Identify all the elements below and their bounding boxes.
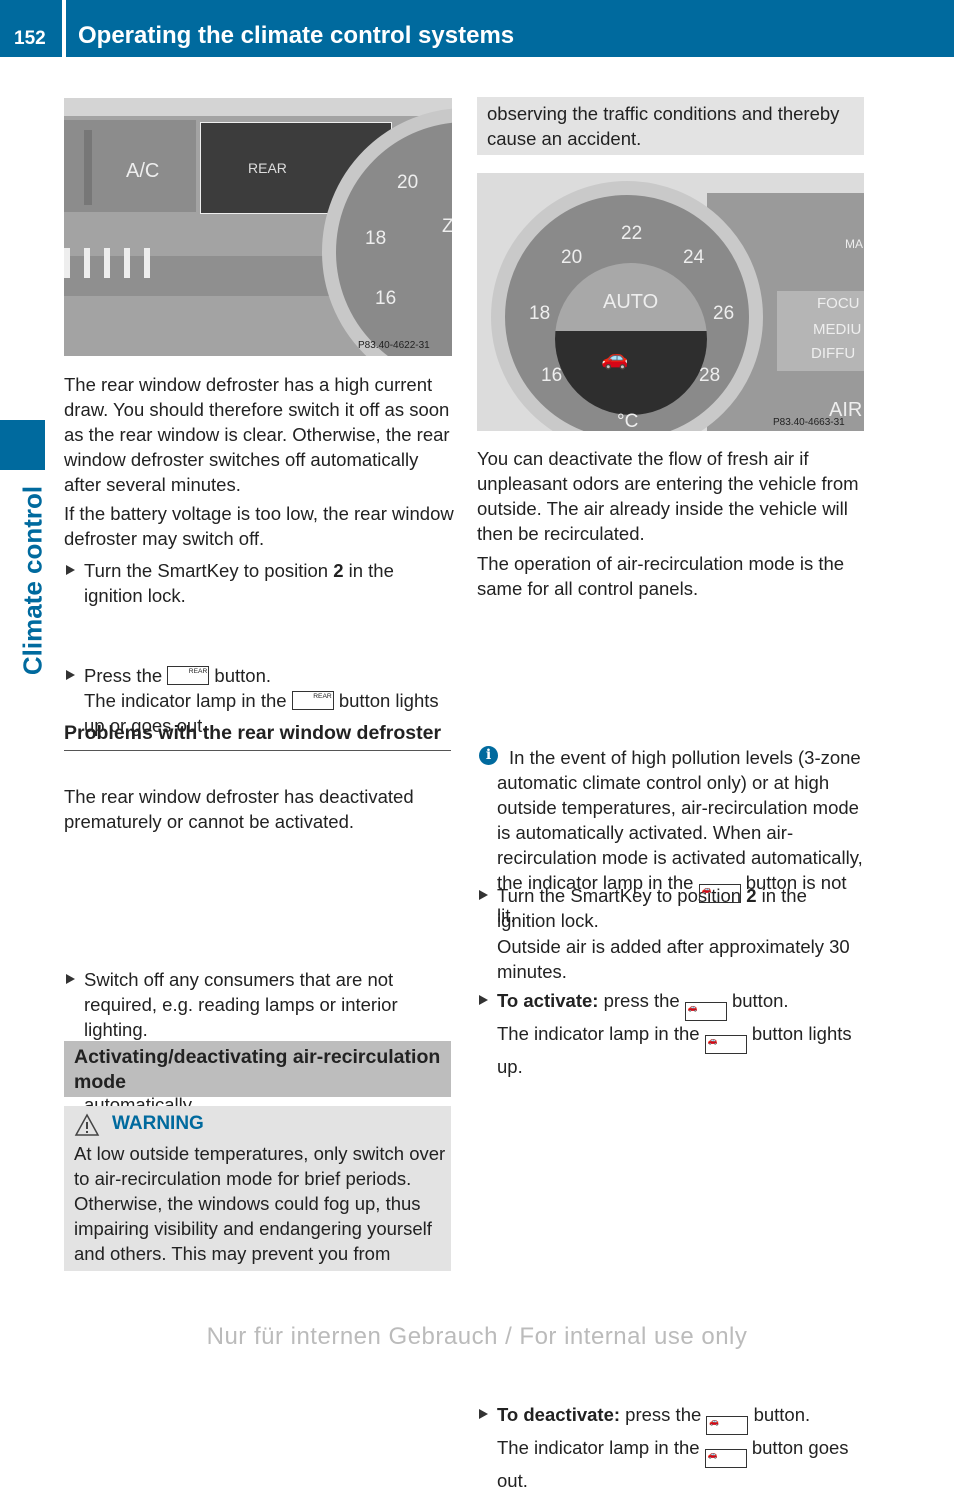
page-header: 152 Operating the climate control system… — [0, 0, 954, 57]
air-recirculation-icon: 🚗 — [704, 1035, 747, 1054]
ac-label: A/C — [126, 160, 160, 182]
temp-22: 22 — [621, 223, 643, 244]
page-number: 152 — [14, 28, 46, 49]
rear-window-defroster-icon: REAR — [291, 691, 334, 710]
medium-label: MEDIU — [813, 321, 862, 338]
warning-text-continued: observing the traffic conditions and the… — [487, 103, 840, 149]
air-recirculation-icon: 🚗 — [684, 1002, 727, 1021]
diffuse-label: DIFFU — [811, 345, 856, 362]
temp-24: 24 — [683, 247, 705, 268]
max-label: MA — [845, 237, 863, 251]
image-code: P83.40-4622-31 — [358, 340, 430, 351]
car-recirculation-icon: 🚗 — [601, 345, 629, 370]
deactivate-fresh-air-text: You can deactivate the flow of fresh air… — [477, 448, 859, 544]
problems-text: The rear window defroster has deactivate… — [64, 786, 414, 832]
warning-title: WARNING — [112, 1113, 204, 1134]
warning-triangle-icon — [74, 1113, 100, 1136]
warning-box: WARNING At low outside temperatures, onl… — [64, 1106, 451, 1271]
warning-box-continued: observing the traffic conditions and the… — [477, 97, 864, 155]
temp-26: 26 — [713, 303, 735, 324]
rear-window-defroster-icon: REAR — [167, 666, 210, 685]
info-note: i In the event of high pollution levels … — [477, 745, 867, 984]
rear-label: REAR — [248, 160, 287, 176]
temp-20: 20 — [397, 172, 419, 193]
step-activate: To activate: press the 🚗 button. The indi… — [477, 988, 867, 1079]
defroster-current-text: The rear window defroster has a high cur… — [64, 374, 450, 495]
side-tab-marker — [0, 420, 45, 470]
problems-heading: Problems with the rear window defroster — [64, 721, 451, 751]
auto-label: AUTO — [603, 291, 659, 313]
focus-label: FOCU — [817, 295, 860, 312]
temp-18: 18 — [529, 303, 551, 324]
temp-z: Z — [442, 216, 452, 237]
control-panels-text: The operation of air-recirculation mode … — [477, 553, 845, 599]
step-deactivate: To deactivate: press the 🚗 button. The in… — [477, 1402, 867, 1493]
section-heading-bar: Activating/deactivating air-recirculatio… — [64, 1041, 451, 1097]
info-icon: i — [479, 746, 498, 765]
internal-use-watermark: Nur für internen Gebrauch / For internal… — [206, 1323, 748, 1350]
temp-16: 16 — [541, 365, 563, 386]
page-title: Operating the climate control systems — [78, 22, 515, 49]
temp-16: 16 — [375, 288, 397, 309]
side-tab-label: Climate control — [17, 485, 48, 676]
image-code: P83.40-4663-31 — [773, 417, 845, 428]
air-recirculation-icon: 🚗 — [706, 1416, 749, 1435]
temp-20: 20 — [561, 247, 583, 268]
climate-panel-image-recirculation: 22 20 24 18 26 16 28 AUTO 🚗 °C FOCU MEDI… — [477, 173, 864, 431]
celsius-label: °C — [617, 411, 639, 431]
outside-air-note: Outside air is added after approximately… — [497, 936, 850, 982]
air-recirculation-icon: 🚗 — [704, 1449, 747, 1468]
battery-voltage-text: If the battery voltage is too low, the r… — [64, 503, 454, 549]
header-divider — [62, 0, 66, 57]
warning-text: At low outside temperatures, only switch… — [74, 1143, 446, 1264]
climate-panel-image-rear-defroster: A/C REAR 20 18 16 Z P83.40-4622-31 — [64, 98, 452, 356]
temp-28: 28 — [699, 365, 721, 386]
section-heading: Activating/deactivating air-recirculatio… — [74, 1046, 441, 1093]
temp-18: 18 — [365, 228, 387, 249]
step-turn-key: Turn the SmartKey to position 2 in the i… — [64, 558, 454, 608]
heading-rule — [64, 750, 451, 751]
air-recirculation-icon: 🚗 — [698, 884, 741, 903]
